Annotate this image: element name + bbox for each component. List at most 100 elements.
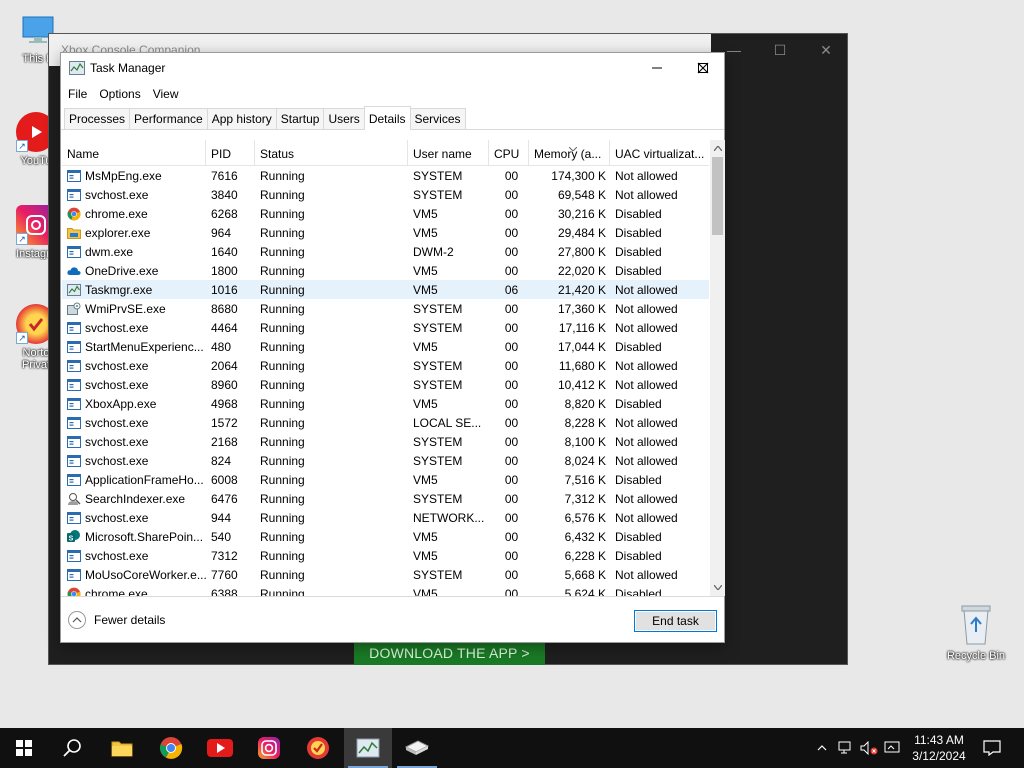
cell-name: MsMpEng.exe <box>62 169 206 183</box>
table-row[interactable]: chrome.exe 6268 Running VM5 00 30,216 K Disabl… <box>62 204 709 223</box>
table-row[interactable]: svchost.exe 824 Running SYSTEM 00 8,024 K Not … <box>62 451 709 470</box>
tab-users[interactable]: Users <box>323 108 365 129</box>
cell-uac: Not allowed <box>615 434 678 449</box>
scroll-down-icon[interactable] <box>710 579 725 596</box>
cell-pid: 7312 <box>211 548 238 563</box>
table-row[interactable]: Taskmgr.exe 1016 Running VM5 06 21,420 K Not a… <box>62 280 709 299</box>
process-name: svchost.exe <box>85 358 149 373</box>
cell-status: Running <box>260 586 305 597</box>
cell-uac: Disabled <box>615 339 662 354</box>
taskbar-task-manager[interactable] <box>344 728 392 768</box>
column-header-cpu[interactable]: CPU <box>489 140 529 166</box>
table-row[interactable]: XboxApp.exe 4968 Running VM5 00 8,820 K Disabl… <box>62 394 709 413</box>
column-header-status[interactable]: Status <box>255 140 408 166</box>
table-row[interactable]: MsMpEng.exe 7616 Running SYSTEM 00 174,300 K N… <box>62 166 709 185</box>
table-row[interactable]: svchost.exe 2064 Running SYSTEM 00 11,680 K No… <box>62 356 709 375</box>
cell-name: S Microsoft.SharePoin... <box>62 529 206 544</box>
close-icon[interactable] <box>680 53 726 83</box>
tab-startup[interactable]: Startup <box>275 108 325 129</box>
table-row[interactable]: svchost.exe 7312 Running VM5 00 6,228 K Disabl… <box>62 546 709 565</box>
cell-user-name: SYSTEM <box>413 567 463 582</box>
table-row[interactable]: svchost.exe 4464 Running SYSTEM 00 17,116 K No… <box>62 318 709 337</box>
desktop-icon-label: YouTu <box>20 155 52 167</box>
tab-details[interactable]: Details <box>363 106 411 130</box>
column-header-memory[interactable]: Memory (a... <box>529 140 610 166</box>
table-row[interactable]: chrome.exe 6388 Running VM5 00 5,624 K Disable… <box>62 584 709 596</box>
folder-icon <box>67 226 81 240</box>
table-row[interactable]: ApplicationFrameHo... 6008 Running VM5 00 7,5… <box>62 470 709 489</box>
taskbar-file-explorer[interactable] <box>98 728 146 768</box>
table-row[interactable]: svchost.exe 8960 Running SYSTEM 00 10,412 K No… <box>62 375 709 394</box>
cell-status: Running <box>260 472 305 487</box>
scrollbar-thumb[interactable] <box>712 157 723 235</box>
column-header-pid[interactable]: PID <box>206 140 255 166</box>
minimize-icon[interactable] <box>634 53 680 83</box>
column-header-name[interactable]: Name <box>62 140 206 166</box>
tab-services[interactable]: Services <box>409 108 466 129</box>
cell-uac: Not allowed <box>615 320 678 335</box>
close-icon[interactable]: ✕ <box>803 34 849 66</box>
table-row[interactable]: svchost.exe 3840 Running SYSTEM 00 69,548 K No… <box>62 185 709 204</box>
column-header-user-name[interactable]: User name <box>408 140 489 166</box>
table-row[interactable]: SearchIndexer.exe 6476 Running SYSTEM 00 7,31… <box>62 489 709 508</box>
chrome-icon <box>67 207 81 221</box>
cell-name: svchost.exe <box>62 359 206 373</box>
table-row[interactable]: MoUsoCoreWorker.e... 7760 Running SYSTEM 00 5… <box>62 565 709 584</box>
fewer-details-button[interactable]: Fewer details <box>68 611 165 629</box>
taskbar-instagram[interactable] <box>245 728 293 768</box>
tab-processes[interactable]: Processes <box>64 108 131 129</box>
cell-uac: Disabled <box>615 586 662 597</box>
table-row[interactable]: dwm.exe 1640 Running DWM-2 00 27,800 K Disable… <box>62 242 709 261</box>
menu-file[interactable]: File <box>63 87 92 101</box>
cell-memory: 6,432 K <box>564 529 606 544</box>
cell-name: svchost.exe <box>62 511 206 525</box>
process-name: svchost.exe <box>85 320 149 335</box>
table-row[interactable]: svchost.exe 2168 Running SYSTEM 00 8,100 K Not… <box>62 432 709 451</box>
vertical-scrollbar[interactable] <box>710 140 725 596</box>
taskbar-norton[interactable] <box>294 728 342 768</box>
table-row[interactable]: WmiPrvSE.exe 8680 Running SYSTEM 00 17,360 K N… <box>62 299 709 318</box>
cell-status: Running <box>260 567 305 582</box>
file-explorer-icon <box>111 741 133 757</box>
taskbar-chrome[interactable] <box>147 728 195 768</box>
system-clock[interactable]: 11:43 AM 3/12/2024 <box>906 732 972 764</box>
search-button[interactable] <box>48 728 96 768</box>
tab-app-history[interactable]: App history <box>206 108 277 129</box>
cell-cpu: 00 <box>504 453 519 468</box>
end-task-button[interactable]: End task <box>634 610 717 632</box>
menu-view[interactable]: View <box>148 87 184 101</box>
table-row[interactable]: svchost.exe 944 Running NETWORK... 00 6,576 K… <box>62 508 709 527</box>
notification-icon[interactable] <box>978 728 1006 768</box>
task-manager-title-bar[interactable]: Task Manager <box>61 53 724 83</box>
cell-user-name: VM5 <box>413 206 438 221</box>
column-header-uac[interactable]: UAC virtualizat... <box>610 140 709 166</box>
cell-name: svchost.exe <box>62 416 206 430</box>
tray-chevron-up-icon[interactable] <box>812 728 832 768</box>
taskbar-youtube[interactable] <box>196 728 244 768</box>
tab-performance[interactable]: Performance <box>129 108 208 129</box>
service-icon <box>67 378 81 392</box>
menu-options[interactable]: Options <box>94 87 145 101</box>
process-name: WmiPrvSE.exe <box>85 301 166 316</box>
cell-name: svchost.exe <box>62 549 206 563</box>
cell-status: Running <box>260 491 305 506</box>
scroll-up-icon[interactable] <box>710 140 725 157</box>
taskbar-xbox[interactable] <box>393 728 441 768</box>
table-row[interactable]: explorer.exe 964 Running VM5 00 29,484 K Disab… <box>62 223 709 242</box>
desktop-icon-recycle-bin[interactable]: Recycle Bin <box>940 602 1012 662</box>
task-manager-window[interactable]: Task Manager File Options View Processes… <box>60 52 725 643</box>
volume-muted-icon[interactable] <box>858 728 880 768</box>
process-name: StartMenuExperienc... <box>85 339 204 354</box>
network-icon[interactable] <box>835 728 857 768</box>
cell-user-name: SYSTEM <box>413 453 463 468</box>
download-app-button[interactable]: DOWNLOAD THE APP > <box>354 640 545 665</box>
maximize-icon[interactable]: ☐ <box>757 34 803 66</box>
cell-status: Running <box>260 377 305 392</box>
table-row[interactable]: OneDrive.exe 1800 Running VM5 00 22,020 K Disa… <box>62 261 709 280</box>
table-row[interactable]: svchost.exe 1572 Running LOCAL SE... 00 8,228… <box>62 413 709 432</box>
start-button[interactable] <box>0 728 48 768</box>
table-row[interactable]: S Microsoft.SharePoin... 540 Running VM5 00 6,… <box>62 527 709 546</box>
table-row[interactable]: StartMenuExperienc... 480 Running VM5 00 17,0… <box>62 337 709 356</box>
display-icon[interactable] <box>882 728 904 768</box>
cell-name: svchost.exe <box>62 378 206 392</box>
